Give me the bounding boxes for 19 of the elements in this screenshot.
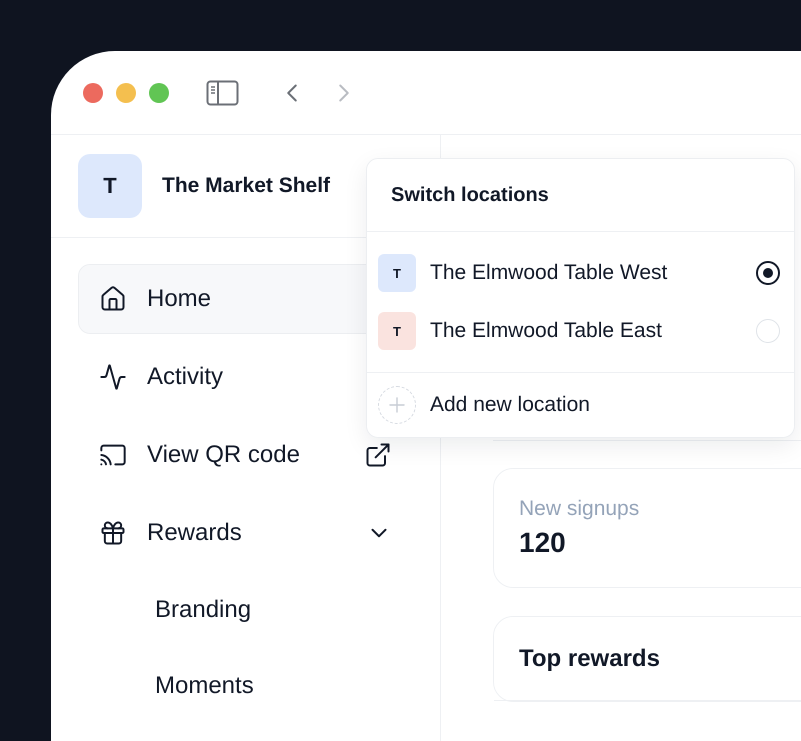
account-avatar[interactable]: T <box>78 154 142 218</box>
radio-button[interactable] <box>756 261 780 285</box>
stat-value: 120 <box>519 527 567 559</box>
activity-icon <box>99 363 127 391</box>
menu-title: Switch locations <box>391 184 549 206</box>
location-avatar: T <box>378 254 416 292</box>
nav-subitem[interactable]: Moments <box>155 672 254 700</box>
nav-subitem[interactable]: Branding <box>155 596 252 624</box>
house-icon <box>99 285 127 313</box>
stat-label: New signups <box>519 497 640 521</box>
card-title: Top rewards <box>519 644 660 672</box>
account-name[interactable]: The Market Shelf <box>162 174 330 198</box>
sidebar-toggle-icon[interactable] <box>206 80 239 106</box>
location-avatar: T <box>378 312 416 350</box>
gift-icon <box>99 519 127 547</box>
external-link-icon[interactable] <box>364 441 392 469</box>
nav-item[interactable]: Rewards <box>78 498 413 568</box>
close-icon[interactable] <box>83 82 103 102</box>
plus-icon <box>378 386 416 424</box>
